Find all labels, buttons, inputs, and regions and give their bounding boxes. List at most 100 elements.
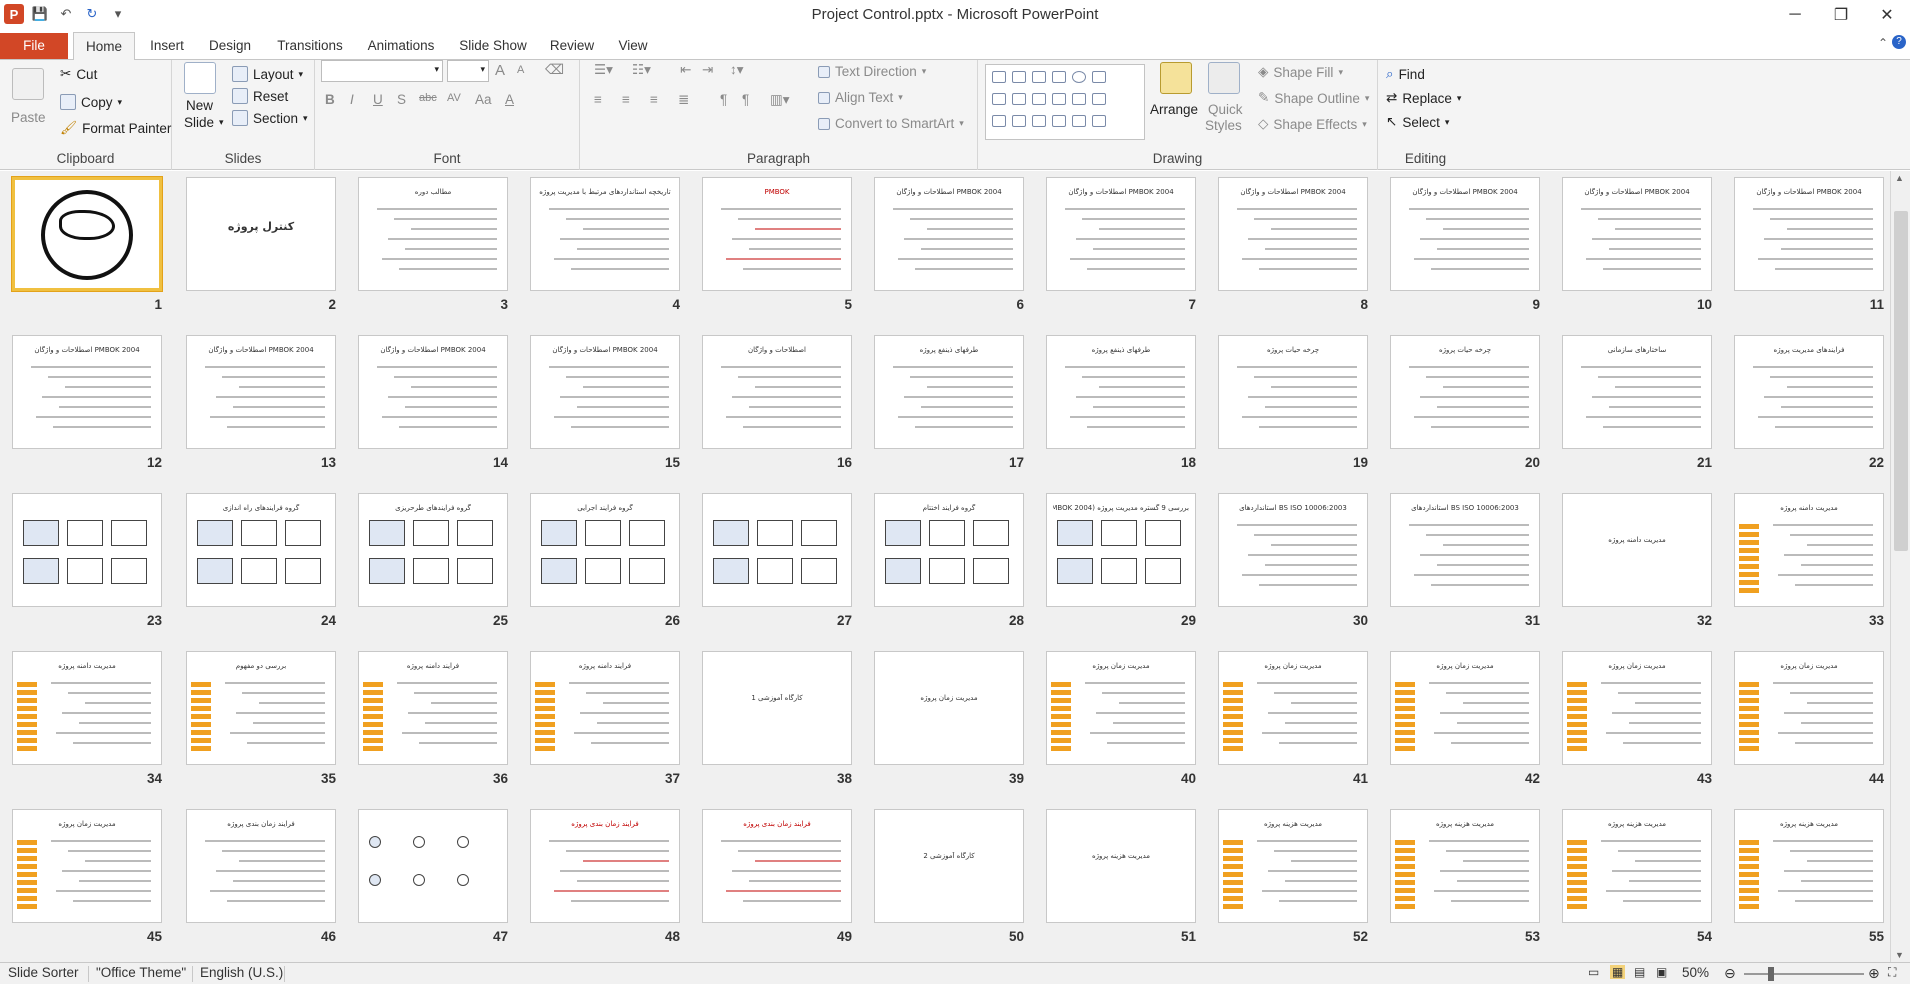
slide-thumbnail[interactable]: طرفهای ذینفع پروژه [1046,335,1196,449]
text-direction-button[interactable]: Text Direction ▾ [818,64,926,79]
shapes-gallery[interactable] [985,64,1145,140]
minimize-button[interactable]: ─ [1772,0,1818,30]
select-button[interactable]: ↖ Select ▾ [1386,114,1449,130]
fit-to-window-icon[interactable]: ⛶ [1888,965,1896,980]
slide-thumbnail[interactable]: ساختارهای سازمانی [1562,335,1712,449]
arrange-button[interactable]: Arrange [1150,102,1198,117]
theme-status[interactable]: "Office Theme" [96,965,186,980]
tab-insert[interactable]: Insert [143,34,191,60]
section-button[interactable]: Section ▾ [232,110,308,126]
slide-thumbnail[interactable]: طرفهای ذینفع پروژه [874,335,1024,449]
slide-thumbnail[interactable]: PMBOK 2004 اصطلاحات و واژگان [1218,177,1368,291]
slide-thumbnail[interactable]: PMBOK 2004 اصطلاحات و واژگان [1390,177,1540,291]
slide-thumbnail[interactable]: مدیریت زمان پروژه [1734,651,1884,765]
columns-icon[interactable]: ▥▾ [770,92,790,108]
layout-button[interactable]: Layout ▾ [232,66,303,82]
tab-slide-show[interactable]: Slide Show [456,34,530,60]
tab-file[interactable]: File [0,33,68,59]
slide-thumbnail[interactable]: مدیریت زمان پروژه [874,651,1024,765]
slide-thumbnail[interactable]: PMBOK 2004 اصطلاحات و واژگان [1734,177,1884,291]
normal-view-icon[interactable]: ▭ [1588,965,1599,979]
tab-transitions[interactable]: Transitions [270,34,350,60]
tab-review[interactable]: Review [547,34,597,60]
decrease-indent-icon[interactable]: ⇤ [680,62,691,78]
minimize-ribbon-icon[interactable]: ⌃ [1878,36,1888,50]
font-family-combo[interactable]: ▾ [321,60,443,82]
slide-thumbnail[interactable]: PMBOK 2004 اصطلاحات و واژگان [358,335,508,449]
slide-thumbnail[interactable]: مدیریت زمان پروژه [12,809,162,923]
font-color-button[interactable]: A [505,92,514,107]
align-center-icon[interactable]: ≡ [622,92,630,107]
shadow-button[interactable]: S [397,92,406,107]
align-left-icon[interactable]: ≡ [594,92,602,107]
clear-formatting-icon[interactable]: ⌫ [545,62,564,78]
quick-styles-button-line2[interactable]: Styles [1205,118,1242,133]
quick-styles-button-line1[interactable]: Quick [1208,102,1243,117]
slide-thumbnail[interactable]: تاریخچه استانداردهای مرتبط با مدیریت پرو… [530,177,680,291]
justify-icon[interactable]: ≣ [678,92,689,108]
slide-thumbnail[interactable]: مدیریت هزینه پروژه [1218,809,1368,923]
tab-home[interactable]: Home [73,32,135,61]
strikethrough-button[interactable]: abc [419,92,437,104]
slide-thumbnail[interactable]: کنترل پروژه [186,177,336,291]
scroll-down-icon[interactable]: ▼ [1895,950,1904,960]
slide-thumbnail[interactable]: مدیریت زمان پروژه [1390,651,1540,765]
slide-thumbnail[interactable]: مدیریت هزینه پروژه [1046,809,1196,923]
slide-thumbnail[interactable]: مدیریت هزینه پروژه [1562,809,1712,923]
underline-button[interactable]: U [373,92,383,107]
zoom-in-icon[interactable]: ⊕ [1868,965,1880,982]
slide-thumbnail[interactable] [12,493,162,607]
slide-thumbnail[interactable]: PMBOK 2004 اصطلاحات و واژگان [530,335,680,449]
zoom-slider[interactable] [1744,973,1864,975]
bold-button[interactable]: B [325,92,335,107]
slide-thumbnail[interactable]: فرایند دامنه پروژه [530,651,680,765]
new-slide-button-line2[interactable]: Slide ▾ [184,115,224,130]
scroll-up-icon[interactable]: ▲ [1895,173,1904,183]
slide-sorter-pane[interactable]: 1 کنترل پروژه 2 مطالب دوره 3 تاریخچه استاندار… [0,171,1890,962]
slide-thumbnail[interactable]: PMBOK 2004 اصطلاحات و واژگان [874,177,1024,291]
zoom-out-icon[interactable]: ⊖ [1724,965,1736,982]
slide-thumbnail[interactable]: گروه فرایند اختتام [874,493,1024,607]
replace-button[interactable]: ⇄ Replace ▾ [1386,90,1461,106]
increase-indent-icon[interactable]: ⇥ [702,62,713,78]
format-painter-button[interactable]: 🖌 Format Painter [60,120,171,136]
slide-thumbnail[interactable]: PMBOK 2004 اصطلاحات و واژگان [1562,177,1712,291]
font-size-combo[interactable]: ▾ [447,60,489,82]
cut-button[interactable]: ✂ Cut [60,66,97,82]
grow-font-button[interactable]: A [495,62,505,79]
italic-button[interactable]: I [350,92,354,107]
reading-view-icon[interactable]: ▤ [1634,965,1645,979]
zoom-slider-thumb[interactable] [1768,967,1774,981]
slide-thumbnail[interactable]: PMBOK 2004 اصطلاحات و واژگان [186,335,336,449]
slide-thumbnail[interactable]: فرایند زمان بندی پروژه [186,809,336,923]
slide-thumbnail[interactable]: چرخه حیات پروژه [1218,335,1368,449]
rtl-icon[interactable]: ¶ [742,92,749,107]
scrollbar-thumb[interactable] [1894,211,1908,551]
slide-thumbnail[interactable]: مدیریت دامنه پروژه [1562,493,1712,607]
tab-view[interactable]: View [613,34,653,60]
bullets-icon[interactable]: ☰▾ [594,62,613,78]
shrink-font-button[interactable]: A [517,64,524,76]
slide-thumbnail[interactable]: BS ISO 10006:2003 استانداردهای [1390,493,1540,607]
tab-animations[interactable]: Animations [362,34,440,60]
slide-thumbnail[interactable]: بررسی 9 گستره مدیریت پروژه (PMBOK 2004) [1046,493,1196,607]
slide-show-icon[interactable]: ▣ [1656,965,1667,979]
shape-effects-button[interactable]: ◇ Shape Effects ▾ [1258,116,1367,132]
slide-thumbnail[interactable]: PMBOK 2004 اصطلاحات و واژگان [12,335,162,449]
slide-thumbnail[interactable]: گروه فرایند اجرایی [530,493,680,607]
shape-fill-button[interactable]: ◈ Shape Fill ▾ [1258,64,1343,80]
slide-thumbnail[interactable]: کارگاه آموزشی 2 [874,809,1024,923]
reset-button[interactable]: Reset [232,88,288,104]
language-status[interactable]: English (U.S.) [200,965,283,980]
zoom-level[interactable]: 50% [1682,965,1709,980]
slide-thumbnail[interactable]: مدیریت زمان پروژه [1046,651,1196,765]
slide-thumbnail[interactable]: PMBOK [702,177,852,291]
slide-thumbnail[interactable]: مدیریت هزینه پروژه [1734,809,1884,923]
slide-thumbnail[interactable]: فرایند دامنه پروژه [358,651,508,765]
character-spacing-button[interactable]: AV [447,92,461,104]
slide-thumbnail[interactable]: گروه فرایندهای طرحریزی [358,493,508,607]
find-button[interactable]: ⌕ Find [1386,66,1425,82]
slide-thumbnail[interactable]: مدیریت هزینه پروژه [1390,809,1540,923]
vertical-scrollbar[interactable]: ▲ ▼ [1890,171,1910,962]
slide-thumbnail[interactable] [358,809,508,923]
